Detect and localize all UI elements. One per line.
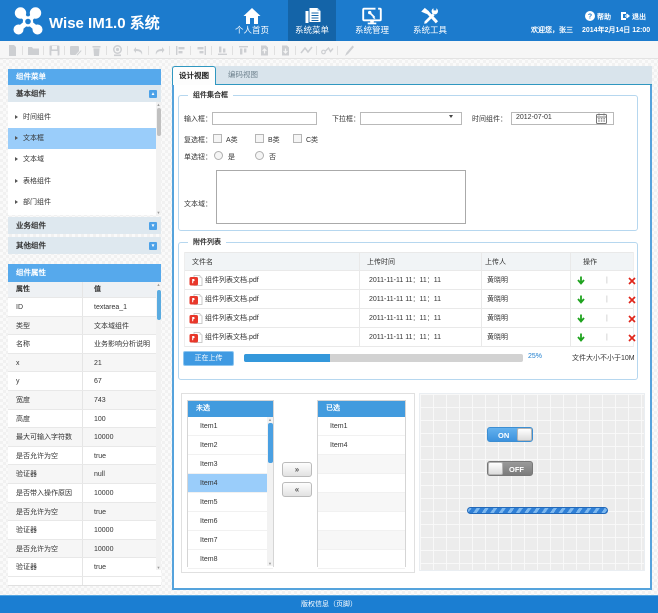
svg-text:?: ? <box>588 14 592 21</box>
